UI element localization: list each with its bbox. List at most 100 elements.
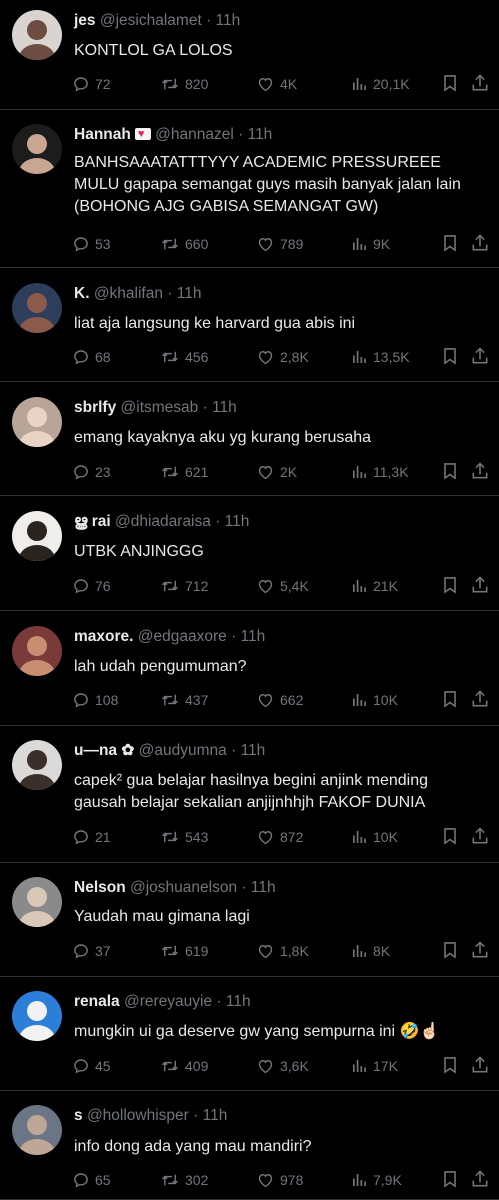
tweet[interactable]: jes @jesichalamet · 11h KONTLOL GA LOLOS 7… xyxy=(0,0,499,110)
bookmark-button[interactable] xyxy=(440,233,465,255)
avatar[interactable] xyxy=(12,283,62,333)
avatar[interactable] xyxy=(12,511,62,561)
tweet[interactable]: sbrlfy @itsmesab · 11h emang kayaknya aku… xyxy=(0,382,499,496)
bookmark-button[interactable] xyxy=(440,1055,465,1077)
timestamp[interactable]: 11h xyxy=(226,993,251,1010)
views-button[interactable]: 7,9K xyxy=(350,1169,402,1191)
tweet[interactable]: Nelson @joshuanelson · 11h Yaudah mau gim… xyxy=(0,863,499,977)
reply-button[interactable]: 76 xyxy=(72,575,111,597)
handle[interactable]: @joshuanelson xyxy=(130,879,237,896)
reply-button[interactable]: 68 xyxy=(72,346,111,368)
handle[interactable]: @jesichalamet xyxy=(100,12,202,29)
bookmark-button[interactable] xyxy=(440,461,465,483)
handle[interactable]: @rereyauyie xyxy=(124,993,212,1010)
display-name[interactable]: renala xyxy=(74,993,120,1010)
reply-button[interactable]: 21 xyxy=(72,826,111,848)
avatar[interactable] xyxy=(12,124,62,174)
retweet-button[interactable]: 409 xyxy=(160,1055,208,1077)
views-button[interactable]: 8K xyxy=(350,940,390,962)
timestamp[interactable]: 11h xyxy=(251,879,276,896)
views-button[interactable]: 21K xyxy=(350,575,398,597)
retweet-button[interactable]: 619 xyxy=(160,940,208,962)
like-button[interactable]: 5,4K xyxy=(256,575,309,597)
views-button[interactable]: 10K xyxy=(350,689,398,711)
like-button[interactable]: 978 xyxy=(256,1169,303,1191)
bookmark-button[interactable] xyxy=(440,689,465,711)
display-name[interactable]: s xyxy=(74,1107,83,1124)
tweet[interactable]: renala @rereyauyie · 11h mungkin ui ga de… xyxy=(0,977,499,1091)
views-button[interactable]: 9K xyxy=(350,233,390,255)
handle[interactable]: @khalifan xyxy=(94,285,163,302)
timestamp[interactable]: 11h xyxy=(203,1107,228,1124)
avatar[interactable] xyxy=(12,10,62,60)
display-name[interactable]: jes xyxy=(74,12,96,29)
reply-button[interactable]: 72 xyxy=(72,73,111,95)
views-button[interactable]: 20,1K xyxy=(350,73,410,95)
reply-button[interactable]: 45 xyxy=(72,1055,111,1077)
timestamp[interactable]: 11h xyxy=(241,742,266,759)
display-name[interactable]: ൠ rai xyxy=(74,513,111,530)
bookmark-button[interactable] xyxy=(440,940,465,962)
share-button[interactable] xyxy=(470,940,495,962)
share-button[interactable] xyxy=(470,689,495,711)
timestamp[interactable]: 11h xyxy=(225,513,250,530)
tweet[interactable]: Hannah @hannazel · 11h BANHSAAATATTTYYY A… xyxy=(0,110,499,268)
reply-button[interactable]: 53 xyxy=(72,233,111,255)
retweet-button[interactable]: 302 xyxy=(160,1169,208,1191)
views-button[interactable]: 10K xyxy=(350,826,398,848)
share-button[interactable] xyxy=(470,826,495,848)
reply-button[interactable]: 23 xyxy=(72,461,111,483)
views-button[interactable]: 17K xyxy=(350,1055,398,1077)
avatar[interactable] xyxy=(12,1105,62,1155)
tweet[interactable]: s @hollowhisper · 11h info dong ada yang … xyxy=(0,1091,499,1200)
tweet[interactable]: ൠ rai @dhiadaraisa · 11h UTBK ANJINGGG 76 7… xyxy=(0,496,499,611)
display-name[interactable]: u—na ✿ xyxy=(74,742,134,759)
like-button[interactable]: 2,8K xyxy=(256,346,309,368)
avatar[interactable] xyxy=(12,991,62,1041)
retweet-button[interactable]: 543 xyxy=(160,826,208,848)
like-button[interactable]: 2K xyxy=(256,461,297,483)
display-name[interactable]: maxore. xyxy=(74,628,133,645)
bookmark-button[interactable] xyxy=(440,575,465,597)
handle[interactable]: @itsmesab xyxy=(121,399,199,416)
reply-button[interactable]: 108 xyxy=(72,689,118,711)
display-name[interactable]: Hannah xyxy=(74,126,131,143)
avatar[interactable] xyxy=(12,740,62,790)
like-button[interactable]: 3,6K xyxy=(256,1055,309,1077)
share-button[interactable] xyxy=(470,1055,495,1077)
handle[interactable]: @hollowhisper xyxy=(87,1107,189,1124)
bookmark-button[interactable] xyxy=(440,346,465,368)
views-button[interactable]: 11,3K xyxy=(350,461,409,483)
like-button[interactable]: 1,8K xyxy=(256,940,309,962)
retweet-button[interactable]: 456 xyxy=(160,346,208,368)
handle[interactable]: @edgaaxore xyxy=(138,628,227,645)
share-button[interactable] xyxy=(470,461,495,483)
avatar[interactable] xyxy=(12,397,62,447)
timestamp[interactable]: 11h xyxy=(212,399,237,416)
bookmark-button[interactable] xyxy=(440,826,465,848)
retweet-button[interactable]: 712 xyxy=(160,575,208,597)
timestamp[interactable]: 11h xyxy=(241,628,266,645)
bookmark-button[interactable] xyxy=(440,1169,465,1191)
tweet[interactable]: K. @khalifan · 11h liat aja langsung ke h… xyxy=(0,268,499,382)
reply-button[interactable]: 65 xyxy=(72,1169,111,1191)
like-button[interactable]: 4K xyxy=(256,73,297,95)
reply-button[interactable]: 37 xyxy=(72,940,111,962)
like-button[interactable]: 872 xyxy=(256,826,303,848)
retweet-button[interactable]: 437 xyxy=(160,689,208,711)
like-button[interactable]: 662 xyxy=(256,689,303,711)
bookmark-button[interactable] xyxy=(440,73,465,95)
display-name[interactable]: sbrlfy xyxy=(74,399,116,416)
timestamp[interactable]: 11h xyxy=(216,12,241,29)
share-button[interactable] xyxy=(470,575,495,597)
retweet-button[interactable]: 660 xyxy=(160,233,208,255)
timestamp[interactable]: 11h xyxy=(177,285,202,302)
retweet-button[interactable]: 820 xyxy=(160,73,208,95)
share-button[interactable] xyxy=(470,73,495,95)
retweet-button[interactable]: 621 xyxy=(160,461,208,483)
tweet[interactable]: maxore. @edgaaxore · 11h lah udah pengumu… xyxy=(0,611,499,726)
avatar[interactable] xyxy=(12,626,62,676)
share-button[interactable] xyxy=(470,1169,495,1191)
handle[interactable]: @hannazel xyxy=(155,126,234,143)
display-name[interactable]: Nelson xyxy=(74,879,126,896)
